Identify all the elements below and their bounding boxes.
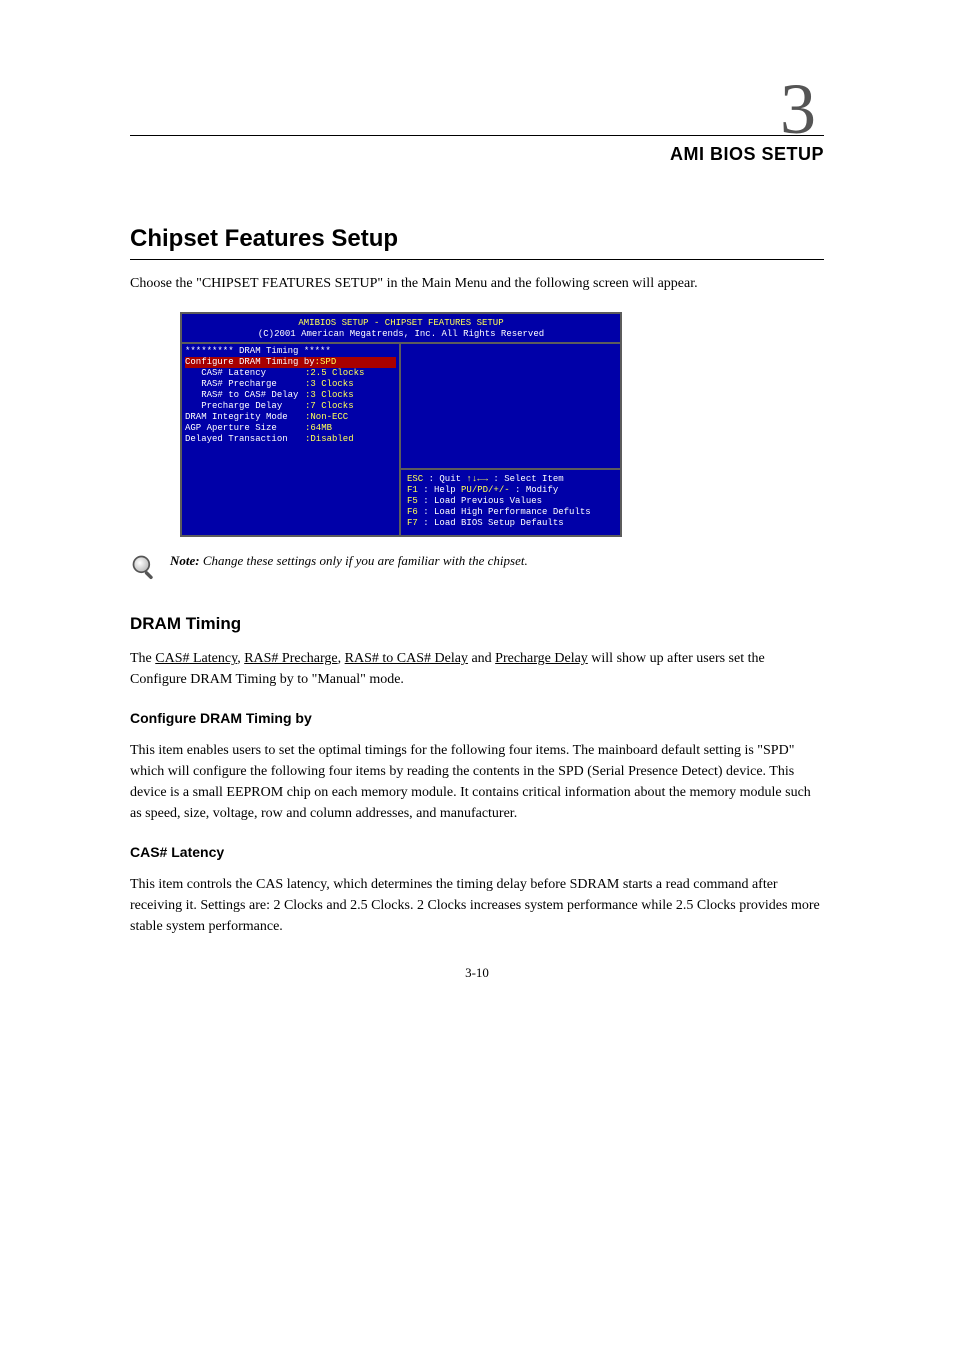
chapter-number: 3 [780,68,814,151]
bios-item-ras-precharge: RAS# Precharge:3 Clocks [185,379,396,390]
section-heading: Chipset Features Setup [130,225,824,260]
bios-item-agp-aperture: AGP Aperture Size:64MB [185,423,396,434]
bios-item-delayed-transaction: Delayed Transaction:Disabled [185,434,396,445]
cas-latency-heading: CAS# Latency [130,844,824,860]
bios-screenshot: AMIBIOS SETUP - CHIPSET FEATURES SETUP (… [180,312,622,537]
bios-item-cas-latency: CAS# Latency:2.5 Clocks [185,368,396,379]
bios-title-2: (C)2001 American Megatrends, Inc. All Ri… [182,329,620,340]
dram-timing-heading: DRAM Timing [130,614,824,634]
note-text: Change these settings only if you are fa… [203,553,528,568]
bios-item-integrity-mode: DRAM Integrity Mode:Non-ECC [185,412,396,423]
dram-timing-desc: The CAS# Latency, RAS# Precharge, RAS# t… [130,648,824,690]
configure-dram-desc: This item enables users to set the optim… [130,740,824,824]
section-intro: Choose the "CHIPSET FEATURES SETUP" in t… [130,274,824,294]
bios-item-precharge-delay: Precharge Delay:7 Clocks [185,401,396,412]
bios-right-pane: ESC : Quit ↑↓←→ : Select Item F1 : Help … [401,344,620,535]
magnifying-glass-icon [130,553,158,586]
configure-dram-heading: Configure DRAM Timing by [130,710,824,726]
bios-left-pane: ********* DRAM Timing ***** Configure DR… [182,344,401,535]
bios-title-1: AMIBIOS SETUP - CHIPSET FEATURES SETUP [182,318,620,329]
bios-header: AMIBIOS SETUP - CHIPSET FEATURES SETUP (… [182,314,620,342]
chapter-rule [130,135,824,136]
note-block: Note: Change these settings only if you … [130,551,824,586]
note-label: Note: [170,553,203,568]
bios-item-ras-to-cas: RAS# to CAS# Delay:3 Clocks [185,390,396,401]
bios-dram-heading: ********* DRAM Timing ***** [185,346,331,357]
page-number: 3-10 [465,965,489,981]
bios-help-box: ESC : Quit ↑↓←→ : Select Item F1 : Help … [401,468,620,535]
bios-item-configure-dram: Configure DRAM Timing by:SPD [185,357,396,368]
chapter-title: AMI BIOS SETUP [130,144,824,165]
cas-latency-desc: This item controls the CAS latency, whic… [130,874,824,937]
